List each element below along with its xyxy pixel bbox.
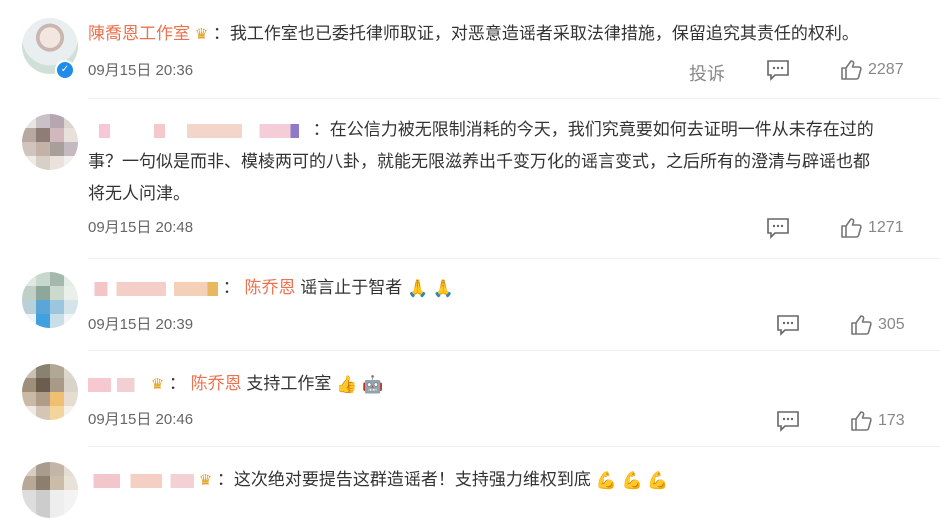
avatar[interactable]: [22, 364, 78, 420]
verified-badge-icon: ✓: [55, 60, 75, 80]
comment-text: ：在公信力被无限制消耗的今天，我们究竟要如何去证明一件从未存在过的: [312, 120, 874, 139]
like-count: 2287: [868, 61, 904, 78]
blurred-username[interactable]: [88, 473, 194, 488]
comment-text: ：这次绝对要提告这群造谣者！支持强力维权到底: [216, 470, 591, 489]
blurred-username[interactable]: [88, 377, 146, 392]
comment-time: 09月15日 20:36: [88, 62, 194, 79]
comment-item: ： 陈乔恩 谣言止于智者 🙏 🙏 09月15日 20:39 305: [0, 258, 940, 350]
comment-item: ♛ ： 陈乔恩 支持工作室 👍 🤖 09月15日 20:46 173: [0, 350, 940, 446]
mention-link[interactable]: 陈乔恩: [244, 278, 295, 297]
avatar[interactable]: [22, 114, 78, 170]
vip-crown-icon: ♛: [194, 25, 209, 43]
like-count: 173: [878, 412, 905, 429]
blurred-avatar-image: [22, 272, 78, 328]
comment-icon: [777, 315, 799, 336]
comment-item: ：在公信力被无限制消耗的今天，我们究竟要如何去证明一件从未存在过的 事？一句似是…: [0, 98, 940, 258]
blurred-avatar-image: [22, 462, 78, 518]
thumbs-up-icon: [851, 315, 872, 335]
mention-link[interactable]: 陈乔恩: [191, 374, 242, 393]
like-button[interactable]: 173: [850, 410, 905, 432]
comment-time: 09月15日 20:39: [88, 316, 194, 333]
like-count: 1271: [868, 219, 904, 236]
comment-time: 09月15日 20:48: [88, 219, 194, 236]
like-button[interactable]: 305: [850, 314, 905, 336]
username-link[interactable]: 陳喬恩工作室: [88, 24, 190, 43]
blurred-avatar-image: [22, 364, 78, 420]
blurred-username[interactable]: [88, 123, 308, 138]
comment-icon: [777, 411, 799, 432]
thumbs-up-icon: [841, 218, 862, 238]
blurred-username[interactable]: [88, 281, 218, 296]
comment-icon: [767, 60, 789, 81]
report-button[interactable]: 投诉: [689, 60, 725, 86]
vip-crown-icon: ♛: [198, 471, 213, 489]
vip-crown-icon: ♛: [150, 375, 165, 393]
thumbs-up-icon: [851, 411, 872, 431]
comment-text: 将无人问津。: [88, 184, 190, 203]
reply-button[interactable]: [766, 59, 790, 81]
pray-emoji-icon: 🙏 🙏: [406, 278, 454, 298]
comment-text: 支持工作室: [246, 374, 332, 393]
comment-text: 谣言止于智者: [300, 278, 403, 297]
flexed-biceps-emoji-icon: 💪 💪 💪: [595, 470, 669, 490]
like-button[interactable]: 2287: [840, 59, 904, 81]
like-count: 305: [878, 316, 905, 333]
comment-text: 事？一句似是而非、模棱两可的八卦，就能无限滋养出千变万化的谣言变式，之后所有的澄…: [88, 152, 870, 171]
reply-button[interactable]: [776, 314, 800, 336]
thumbs-up-icon: [841, 60, 862, 80]
like-button[interactable]: 1271: [840, 217, 904, 239]
avatar[interactable]: [22, 462, 78, 518]
comment-item: ✓ 陳喬恩工作室 ♛ ：我工作室也已委托律师取证，对恶意造谣者采取法律措施，保留…: [0, 0, 940, 96]
reply-button[interactable]: [776, 410, 800, 432]
comment-icon: [767, 218, 789, 239]
avatar[interactable]: [22, 272, 78, 328]
comment-time: 09月15日 20:46: [88, 411, 194, 428]
thumbs-up-emoji-icon: 👍 🤖: [336, 374, 384, 394]
reply-button[interactable]: [766, 217, 790, 239]
blurred-avatar-image: [22, 114, 78, 170]
comment-text: ：我工作室也已委托律师取证，对恶意造谣者采取法律措施，保留追究其责任的权利。: [212, 24, 859, 43]
comment-item: ♛ ：这次绝对要提告这群造谣者！支持强力维权到底 💪 💪 💪: [0, 446, 940, 518]
